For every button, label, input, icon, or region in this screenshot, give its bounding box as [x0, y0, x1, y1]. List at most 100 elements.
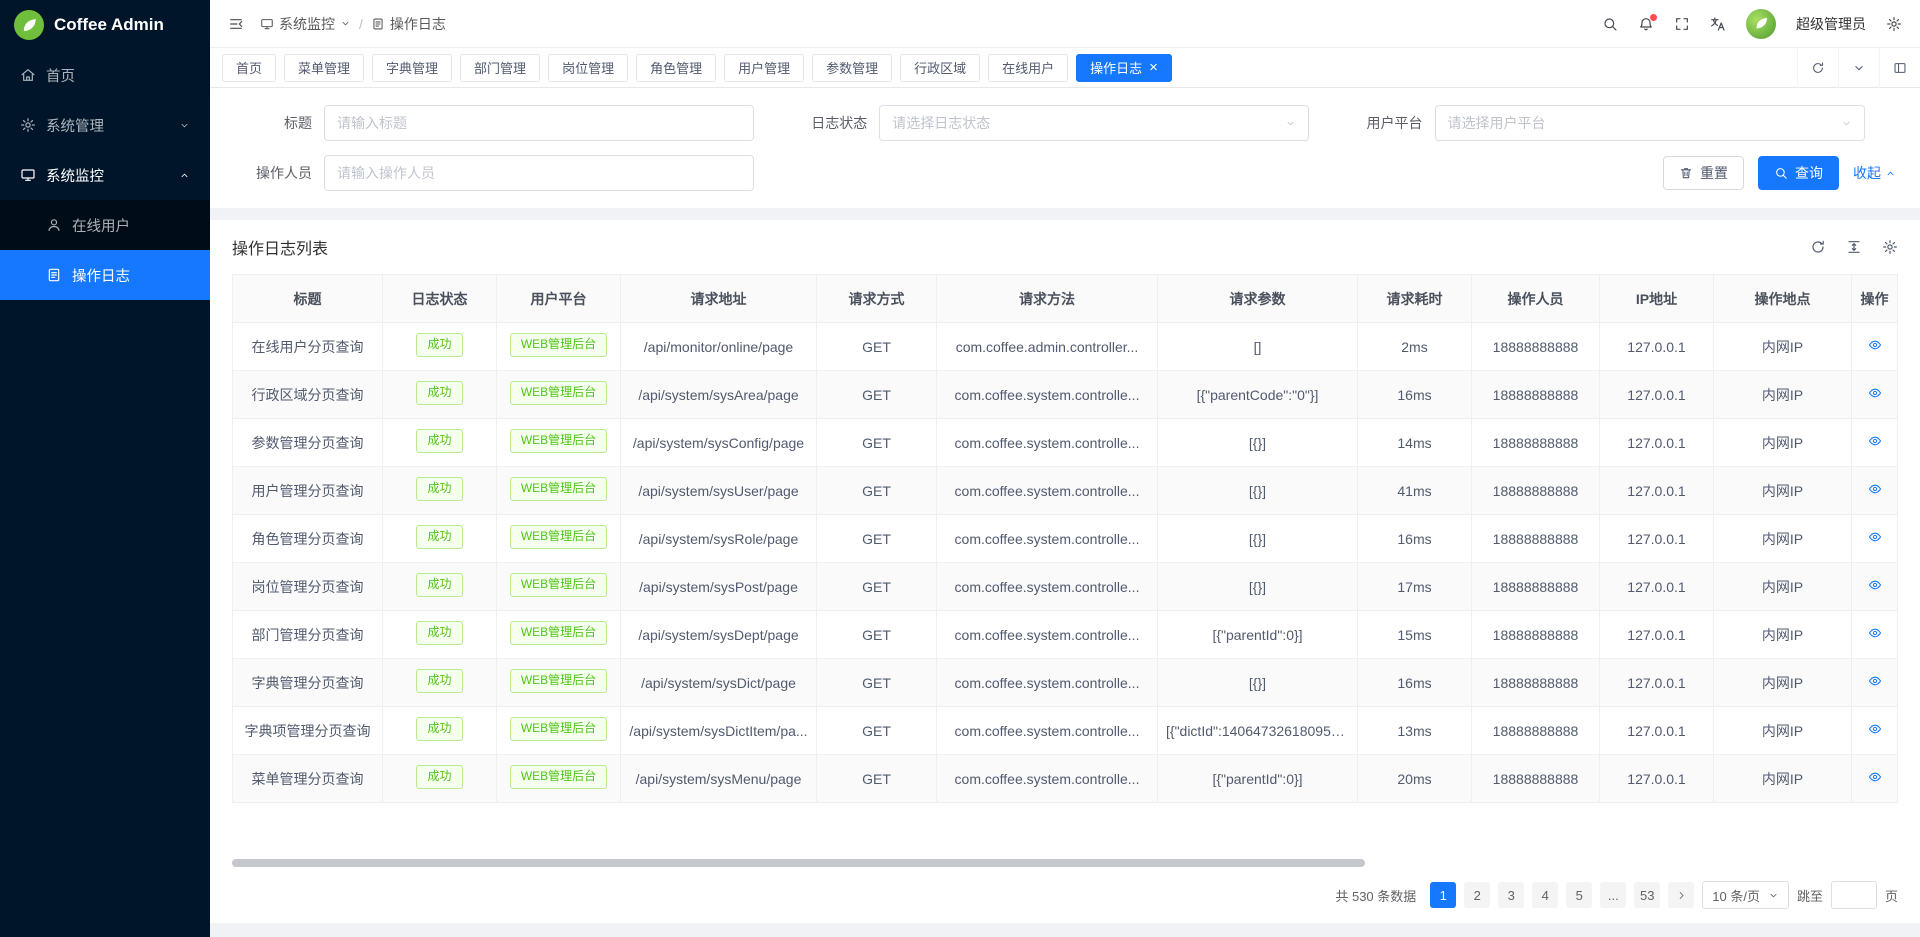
user-platform-select[interactable]: 请选择用户平台 — [1435, 105, 1865, 141]
page-button-53[interactable]: 53 — [1634, 882, 1660, 908]
column-header-12: 操作 — [1852, 275, 1898, 323]
home-icon — [20, 67, 36, 83]
cell-duration: 2ms — [1358, 323, 1472, 371]
user-platform-label: 用户平台 — [1343, 113, 1423, 133]
tab-9[interactable]: 行政区域 — [900, 54, 980, 82]
view-detail-eye-icon[interactable] — [1868, 770, 1882, 784]
sidebar-item-home[interactable]: 首页 — [0, 50, 210, 100]
cell-request-function: com.coffee.system.controlle... — [937, 755, 1158, 803]
view-detail-eye-icon[interactable] — [1868, 386, 1882, 400]
view-detail-eye-icon[interactable] — [1868, 578, 1882, 592]
menu-fold-icon[interactable] — [228, 16, 244, 32]
tab-7[interactable]: 用户管理 — [724, 54, 804, 82]
cell-request-method: GET — [817, 563, 937, 611]
column-settings-gear-icon[interactable] — [1882, 239, 1898, 255]
cell-action — [1852, 563, 1898, 611]
translate-icon[interactable] — [1710, 16, 1726, 32]
cell-request-url: /api/system/sysDict/page — [621, 659, 817, 707]
search-icon[interactable] — [1602, 16, 1618, 32]
chevron-down-icon[interactable] — [1838, 48, 1879, 88]
tab-8[interactable]: 参数管理 — [812, 54, 892, 82]
view-detail-eye-icon[interactable] — [1868, 626, 1882, 640]
filter-actions: 重置 查询 收起 — [1663, 156, 1898, 190]
refresh-icon[interactable] — [1810, 239, 1826, 255]
cell-request-method: GET — [817, 467, 937, 515]
tab-1[interactable]: 首页 — [222, 54, 276, 82]
cell-platform: WEB管理后台 — [497, 371, 621, 419]
view-detail-eye-icon[interactable] — [1868, 674, 1882, 688]
page-button-2[interactable]: 2 — [1464, 882, 1490, 908]
cell-duration: 16ms — [1358, 659, 1472, 707]
layout-icon[interactable] — [1879, 48, 1920, 88]
column-header-8: 请求耗时 — [1358, 275, 1472, 323]
cell-ip: 127.0.0.1 — [1600, 419, 1714, 467]
view-detail-eye-icon[interactable] — [1868, 434, 1882, 448]
tab-3[interactable]: 字典管理 — [372, 54, 452, 82]
notification-bell-icon[interactable] — [1638, 16, 1654, 32]
reset-button[interactable]: 重置 — [1663, 156, 1744, 190]
sidebar-item-online-users[interactable]: 在线用户 — [0, 200, 210, 250]
view-detail-eye-icon[interactable] — [1868, 722, 1882, 736]
breadcrumb-item-system-monitor[interactable]: 系统监控 — [260, 14, 351, 34]
user-avatar[interactable] — [1746, 9, 1776, 39]
cell-duration: 15ms — [1358, 611, 1472, 659]
tab-11[interactable]: 操作日志 × — [1076, 54, 1172, 82]
table-row: 菜单管理分页查询成功WEB管理后台/api/system/sysMenu/pag… — [233, 755, 1898, 803]
tab-label: 操作日志 — [1090, 58, 1142, 77]
status-tag: 成功 — [416, 621, 462, 645]
filter-field-log-status: 日志状态 请选择日志状态 — [787, 105, 1342, 141]
scrollbar-thumb[interactable] — [232, 859, 1365, 867]
select-placeholder: 请选择日志状态 — [892, 113, 990, 133]
sidebar-item-operation-log[interactable]: 操作日志 — [0, 250, 210, 300]
cell-title: 行政区域分页查询 — [233, 371, 383, 419]
page-button-4[interactable]: 4 — [1532, 882, 1558, 908]
cell-request-params: [{}] — [1158, 563, 1358, 611]
cell-location: 内网IP — [1714, 755, 1852, 803]
horizontal-scrollbar[interactable] — [232, 858, 1898, 868]
page-button-5[interactable]: 5 — [1566, 882, 1592, 908]
refresh-icon[interactable] — [1797, 48, 1838, 88]
collapse-link[interactable]: 收起 — [1853, 163, 1896, 183]
breadcrumb-item-operation-log[interactable]: 操作日志 — [371, 14, 446, 34]
view-detail-eye-icon[interactable] — [1868, 338, 1882, 352]
density-icon[interactable] — [1846, 239, 1862, 255]
sidebar-item-system-management[interactable]: 系统管理 — [0, 100, 210, 150]
tab-close-icon[interactable]: × — [1149, 60, 1158, 75]
jump-page-input[interactable] — [1831, 881, 1877, 909]
cell-location: 内网IP — [1714, 515, 1852, 563]
logo-leaf-icon — [14, 10, 44, 40]
title-input[interactable] — [324, 105, 754, 141]
cell-request-function: com.coffee.system.controlle... — [937, 611, 1158, 659]
cell-request-function: com.coffee.system.controlle... — [937, 467, 1158, 515]
tab-4[interactable]: 部门管理 — [460, 54, 540, 82]
cell-status: 成功 — [383, 755, 497, 803]
cell-request-params: [] — [1158, 323, 1358, 371]
user-icon — [46, 217, 62, 233]
view-detail-eye-icon[interactable] — [1868, 482, 1882, 496]
view-detail-eye-icon[interactable] — [1868, 530, 1882, 544]
sidebar-item-system-monitor[interactable]: 系统监控 — [0, 150, 210, 200]
page-size-select[interactable]: 10 条/页 — [1702, 881, 1789, 909]
next-page-button[interactable] — [1668, 882, 1694, 908]
cell-ip: 127.0.0.1 — [1600, 467, 1714, 515]
cell-request-url: /api/system/sysDictItem/pa... — [621, 707, 817, 755]
page-button-1[interactable]: 1 — [1430, 882, 1456, 908]
tab-label: 用户管理 — [738, 58, 790, 77]
user-name[interactable]: 超级管理员 — [1796, 14, 1866, 34]
cell-platform: WEB管理后台 — [497, 755, 621, 803]
operator-input[interactable] — [324, 155, 754, 191]
fullscreen-icon[interactable] — [1674, 16, 1690, 32]
tab-2[interactable]: 菜单管理 — [284, 54, 364, 82]
table-row: 字典管理分页查询成功WEB管理后台/api/system/sysDict/pag… — [233, 659, 1898, 707]
cell-request-params: [{}] — [1158, 515, 1358, 563]
log-status-select[interactable]: 请选择日志状态 — [879, 105, 1309, 141]
tab-10[interactable]: 在线用户 — [988, 54, 1068, 82]
settings-gear-icon[interactable] — [1886, 16, 1902, 32]
cell-operator: 18888888888 — [1472, 755, 1600, 803]
page-button-3[interactable]: 3 — [1498, 882, 1524, 908]
cell-title: 字典项管理分页查询 — [233, 707, 383, 755]
tab-label: 字典管理 — [386, 58, 438, 77]
tab-5[interactable]: 岗位管理 — [548, 54, 628, 82]
tab-6[interactable]: 角色管理 — [636, 54, 716, 82]
search-button[interactable]: 查询 — [1758, 156, 1839, 190]
